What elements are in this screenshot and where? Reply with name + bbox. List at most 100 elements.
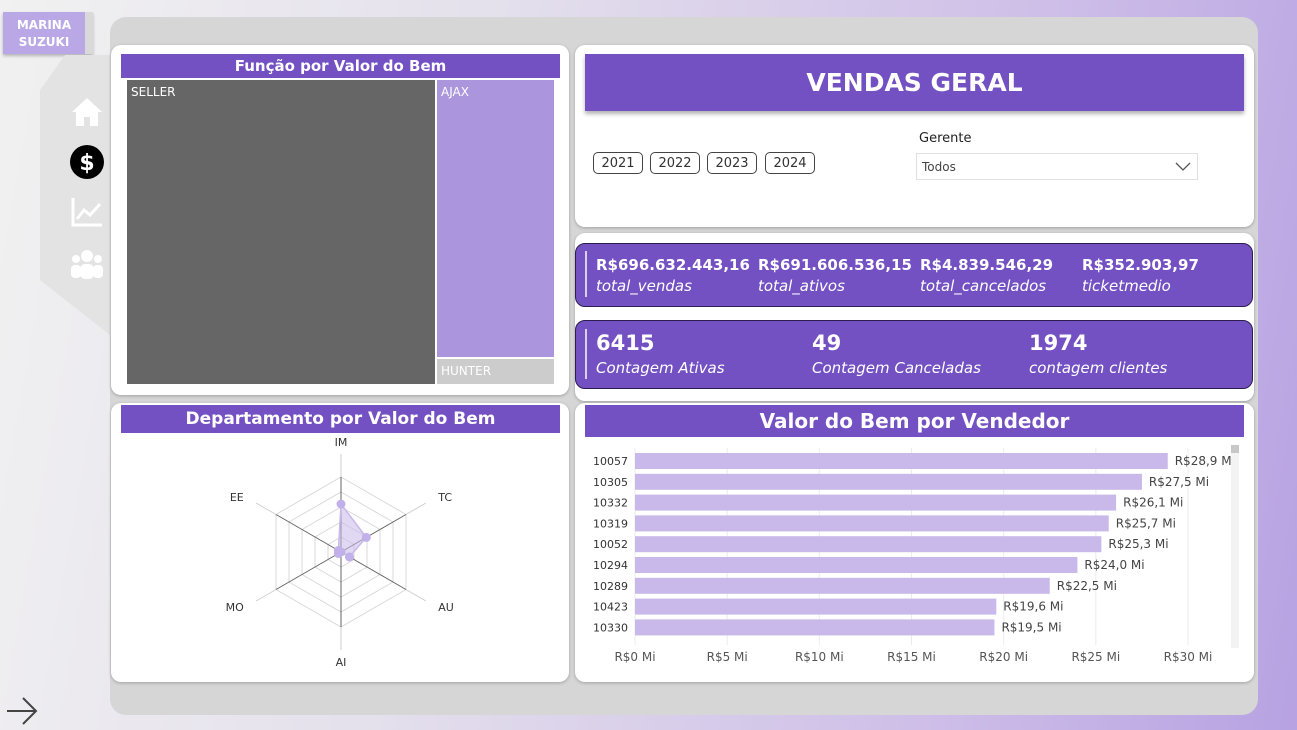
treemap-cell-seller[interactable]: SELLER xyxy=(126,79,436,385)
kpi-count-box xyxy=(575,320,1253,389)
kpi-count-label: Contagem Ativas xyxy=(596,359,725,377)
x-tick-label: R$15 Mi xyxy=(887,650,936,664)
kpi-money-box xyxy=(575,243,1253,307)
bar-10423[interactable] xyxy=(635,598,997,615)
y-category-label: 10057 xyxy=(593,455,628,468)
gerente-slicer: Gerente Todos xyxy=(906,125,1210,185)
y-category-label: 10052 xyxy=(593,538,628,551)
radar-axis-ext xyxy=(255,589,277,602)
bar-10305[interactable] xyxy=(635,473,1142,490)
radar-chart: IM TC AU AI MO EE xyxy=(226,436,454,669)
user-badge: MARINA SUZUKI xyxy=(3,12,93,54)
kpi-label-ticketmedio: ticketmedio xyxy=(1082,277,1171,295)
radar-axis xyxy=(275,551,342,590)
y-category-label: 10332 xyxy=(593,497,628,510)
kpi-count-label: Contagem Canceladas xyxy=(812,359,981,377)
kpi-label-total_cancelados: total_cancelados xyxy=(920,277,1047,295)
kpi-divider xyxy=(585,251,587,297)
bar-value-label: R$19,6 Mi xyxy=(1003,600,1063,614)
year-button-2021[interactable]: 2021 xyxy=(593,152,643,174)
kpi-count-value: 1974 xyxy=(1029,331,1088,355)
kpi-count-value: 49 xyxy=(812,331,842,355)
bar-10057[interactable] xyxy=(635,453,1168,469)
bar-value-label: R$25,7 Mi xyxy=(1116,516,1176,530)
radar-axis-label: AU xyxy=(438,601,454,614)
bar-value-label: R$24,0 Mi xyxy=(1084,558,1144,572)
bar-10319[interactable] xyxy=(635,515,1109,532)
year-button-2024[interactable]: 2024 xyxy=(765,152,815,174)
radar-point-IM[interactable] xyxy=(336,499,346,509)
radar-axis xyxy=(275,514,342,553)
radar-axis-ext xyxy=(405,502,427,515)
y-category-label: 10330 xyxy=(593,621,628,634)
treemap-label-ajax: AJAX xyxy=(441,85,469,99)
radar-axis-label: TC xyxy=(437,491,452,504)
bar-value-label: R$27,5 Mi xyxy=(1149,475,1209,489)
kpi-count-value: 6415 xyxy=(596,331,655,355)
bar-value-label: R$26,1 Mi xyxy=(1123,496,1183,510)
radar-axis-label: AI xyxy=(336,656,347,669)
bar-10294[interactable] xyxy=(635,557,1078,573)
radar-card: Departamento por Valor do Bem IM TC AU AI MO… xyxy=(111,403,569,682)
bar-card: Valor do Bem por Vendedor R$0 Mi R$5 Mi R$… xyxy=(575,403,1254,682)
x-tick-label: R$10 Mi xyxy=(795,650,844,664)
bar-value-label: R$19,5 Mi xyxy=(1001,620,1061,634)
user-first-name: MARINA xyxy=(16,18,72,32)
kpi-value-total_cancelados: R$4.839.546,29 xyxy=(920,256,1054,274)
scrollbar-track[interactable] xyxy=(1231,445,1239,648)
y-category-label: 10305 xyxy=(593,476,628,489)
x-tick-label: R$30 Mi xyxy=(1164,650,1213,664)
user-last-name: SUZUKI xyxy=(18,35,70,49)
y-category-label: 10319 xyxy=(593,517,628,530)
radar-axis-ext xyxy=(405,589,427,602)
y-category-label: 10289 xyxy=(593,580,628,593)
kpi-count-label: contagem clientes xyxy=(1029,359,1168,377)
y-category-label: 10294 xyxy=(593,559,628,572)
bar-value-label: R$25,3 Mi xyxy=(1108,537,1168,551)
year-button-2023[interactable]: 2023 xyxy=(707,152,757,174)
kpi-label-total_ativos: total_ativos xyxy=(758,277,845,295)
gerente-label: Gerente xyxy=(919,131,972,146)
radar-axis-label: MO xyxy=(226,601,244,614)
treemap-cell-ajax[interactable]: AJAX xyxy=(436,79,555,358)
kpi-value-total_ativos: R$691.606.536,15 xyxy=(758,256,912,274)
x-tick-label: R$20 Mi xyxy=(979,650,1028,664)
bar-chart: R$0 Mi R$5 Mi R$10 Mi R$15 Mi R$20 Mi R$25 Mi… xyxy=(593,445,1239,664)
arrow-right-icon[interactable] xyxy=(6,697,38,725)
bar-10332[interactable] xyxy=(635,494,1117,511)
dollar-icon[interactable]: $ xyxy=(70,145,104,179)
gerente-dropdown-value: Todos xyxy=(922,160,956,174)
bar-10330[interactable] xyxy=(635,619,995,636)
treemap-card: Função por Valor do Bem SELLER AJAX HUNT… xyxy=(111,45,569,395)
year-button-2022[interactable]: 2022 xyxy=(650,152,700,174)
x-tick-label: R$5 Mi xyxy=(707,650,748,664)
home-icon[interactable] xyxy=(70,95,104,129)
radar-axis-ext xyxy=(255,502,277,515)
bar-10289[interactable] xyxy=(635,577,1050,594)
x-tick-label: R$25 Mi xyxy=(1071,650,1120,664)
svg-text:$: $ xyxy=(79,151,94,176)
x-tick-label: R$0 Mi xyxy=(614,650,655,664)
chart-line-icon[interactable] xyxy=(70,195,104,229)
chevron-down-icon xyxy=(1175,162,1191,171)
scrollbar-thumb[interactable] xyxy=(1231,445,1239,453)
radar-point-TC[interactable] xyxy=(361,532,371,542)
radar-axis-label: IM xyxy=(335,436,348,449)
bar-value-label: R$22,5 Mi xyxy=(1057,579,1117,593)
treemap-label-hunter: HUNTER xyxy=(441,364,492,378)
side-nav: $ xyxy=(40,55,110,335)
y-category-label: 10423 xyxy=(593,601,628,614)
radar-point-AU[interactable] xyxy=(344,552,354,562)
bar-value-label: R$28,9 Mi xyxy=(1175,454,1235,468)
gerente-dropdown[interactable]: Todos xyxy=(916,153,1198,180)
header-card: VENDAS GERAL Gerente Todos xyxy=(575,45,1254,227)
kpi-value-ticketmedio: R$352.903,97 xyxy=(1082,256,1199,274)
radar-axis-label: EE xyxy=(230,491,244,504)
bar-10052[interactable] xyxy=(635,536,1102,553)
kpi-divider xyxy=(585,329,587,379)
page-title: VENDAS GERAL xyxy=(585,54,1244,111)
kpi-label-total_vendas: total_vendas xyxy=(596,277,692,295)
radar-point-EE[interactable] xyxy=(333,546,343,555)
treemap-cell-hunter[interactable]: HUNTER xyxy=(436,358,555,385)
users-icon[interactable] xyxy=(70,247,104,281)
